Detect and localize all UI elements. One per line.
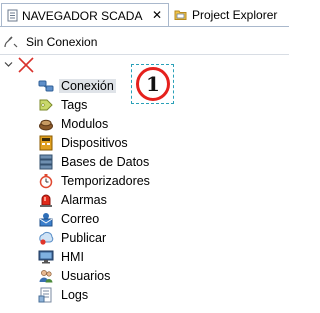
tree-item-label: Temporizadores — [61, 174, 150, 188]
annotation-number: 1 — [136, 67, 170, 101]
stopwatch-icon — [39, 174, 53, 189]
tree-item-label: Alarmas — [61, 193, 107, 207]
tree-item-label: Logs — [61, 288, 89, 302]
users-icon — [39, 270, 53, 283]
document-icon — [7, 9, 18, 22]
close-icon[interactable]: ✕ — [152, 8, 162, 22]
monitor-icon — [38, 250, 54, 264]
tag-icon — [39, 99, 53, 111]
connection-icon — [38, 80, 54, 92]
folder-icon — [174, 10, 187, 20]
tree-item-label: Tags — [61, 98, 88, 112]
tree-item-label: Publicar — [61, 231, 107, 245]
tab-divider — [0, 26, 289, 27]
tree-item-label: Correo — [61, 212, 100, 226]
tree-item-publicar[interactable]: Publicar — [36, 228, 186, 246]
tree-item-modulos[interactable]: Modulos — [36, 114, 186, 132]
status-label: Sin Conexion — [26, 35, 98, 49]
tree-item-logs[interactable]: Logs — [36, 285, 186, 303]
tree-item-usuarios[interactable]: Usuarios — [36, 266, 186, 284]
database-icon — [39, 154, 53, 170]
disconnected-x-icon — [18, 57, 34, 73]
tree-item-label: Usuarios — [61, 269, 111, 283]
tree-item-label: Modulos — [61, 117, 109, 131]
tree-item-label: HMI — [61, 250, 84, 264]
tree-item-dispositivos[interactable]: Dispositivos — [36, 133, 186, 151]
logs-icon — [38, 287, 52, 303]
publish-icon — [39, 231, 54, 245]
mail-icon — [39, 213, 53, 227]
tree-item-label: Dispositivos — [61, 136, 128, 150]
tree-item-temporizadores[interactable]: Temporizadores — [36, 171, 186, 189]
module-icon — [39, 119, 53, 131]
tree-item-label: Conexión — [59, 79, 116, 93]
tree-item-correo[interactable]: Correo — [36, 209, 186, 227]
alarm-icon — [40, 194, 52, 207]
tree-item-hmi[interactable]: HMI — [36, 247, 186, 265]
tree-item-label: Bases de Datos — [61, 155, 150, 169]
tab-label: NAVEGADOR SCADA — [22, 9, 143, 23]
tab-navegador-scada[interactable]: NAVEGADOR SCADA ✕ — [1, 3, 169, 27]
tree-item-alarmas[interactable]: Alarmas — [36, 190, 186, 208]
tree-root[interactable] — [0, 57, 60, 73]
status-divider — [0, 54, 289, 55]
annotation-badge: 1 — [131, 64, 174, 104]
chevron-down-icon[interactable] — [4, 60, 13, 69]
connection-status: Sin Conexion — [0, 30, 289, 52]
device-icon — [39, 135, 53, 151]
disconnected-plug-icon — [4, 36, 18, 48]
tree-item-bases-de-datos[interactable]: Bases de Datos — [36, 152, 186, 170]
tab-bar: NAVEGADOR SCADA ✕ Project Explorer — [0, 0, 289, 27]
tab-project-explorer[interactable]: Project Explorer — [171, 3, 287, 27]
tab-label: Project Explorer — [192, 8, 278, 22]
